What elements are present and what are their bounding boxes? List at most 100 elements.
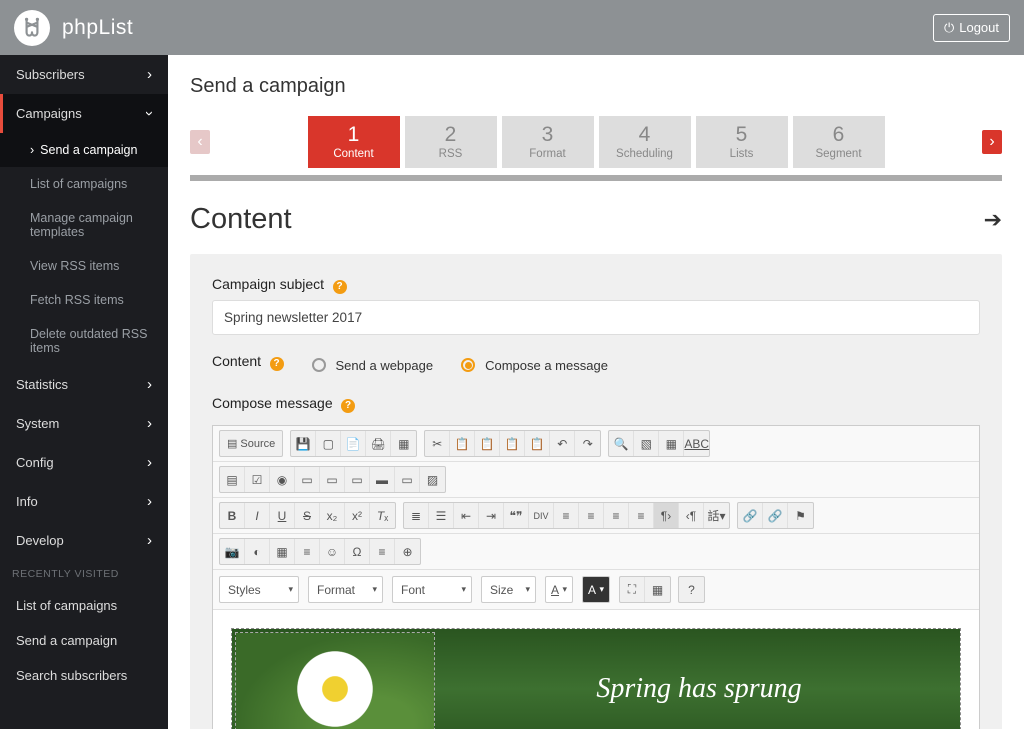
form-icon[interactable]: ▤ [220,467,245,492]
preview-icon[interactable]: 📄 [341,431,366,456]
image-button-icon[interactable]: ▭ [395,467,420,492]
help-icon[interactable]: ? [270,357,284,371]
textarea-icon[interactable]: ▭ [320,467,345,492]
radio-compose-message[interactable]: Compose a message [461,358,608,373]
logout-button[interactable]: ⏻ Logout [933,14,1010,42]
next-step-button[interactable]: › [982,130,1002,154]
hr-icon[interactable]: ≡ [295,539,320,564]
subnav-view-rss[interactable]: View RSS items [0,249,168,283]
hidden-field-icon[interactable]: ▨ [420,467,445,492]
source-button[interactable]: ▤ Source [220,431,282,456]
help-icon[interactable]: ? [341,399,355,413]
nav-campaigns[interactable]: Campaigns› [0,94,168,133]
size-dropdown[interactable]: Size [481,576,536,603]
replace-icon[interactable]: ▧ [634,431,659,456]
underline-icon[interactable]: U [270,503,295,528]
tab-lists[interactable]: 5Lists [696,116,788,168]
radio-button-icon[interactable]: ◉ [270,467,295,492]
superscript-icon[interactable]: x² [345,503,370,528]
subnav-fetch-rss[interactable]: Fetch RSS items [0,283,168,317]
help-icon[interactable]: ? [333,280,347,294]
strike-icon[interactable]: S [295,503,320,528]
paste-text-icon[interactable]: 📋 [500,431,525,456]
numbered-list-icon[interactable]: ≣ [404,503,429,528]
tab-rss[interactable]: 2RSS [405,116,497,168]
paste-word-icon[interactable]: 📋 [525,431,550,456]
subnav-send-campaign[interactable]: ›Send a campaign [0,133,168,167]
tab-format[interactable]: 3Format [502,116,594,168]
tab-content[interactable]: 1Content [308,116,400,168]
select-all-icon[interactable]: ▦ [659,431,684,456]
recent-send-campaign[interactable]: Send a campaign [0,623,168,658]
image-icon[interactable]: 📷 [220,539,245,564]
remove-format-icon[interactable]: Tₓ [370,503,395,528]
save-icon[interactable]: 💾 [291,431,316,456]
show-blocks-icon[interactable]: ▦ [645,577,670,602]
link-icon[interactable]: 🔗 [738,503,763,528]
spellcheck-icon[interactable]: ABC [684,431,709,456]
find-icon[interactable]: 🔍 [609,431,634,456]
redo-icon[interactable]: ↷ [575,431,600,456]
table-icon[interactable]: ▦ [270,539,295,564]
align-justify-icon[interactable]: ≡ [629,503,654,528]
prev-step-button[interactable]: ‹ [190,130,210,154]
blockquote-icon[interactable]: ❝❞ [504,503,529,528]
flash-icon[interactable]: ◐ [245,539,270,564]
italic-icon[interactable]: I [245,503,270,528]
copy-icon[interactable]: 📋 [450,431,475,456]
subnav-list-campaigns[interactable]: List of campaigns [0,167,168,201]
bg-color-dropdown[interactable]: A [582,576,610,603]
align-right-icon[interactable]: ≡ [604,503,629,528]
iframe-icon[interactable]: ⊕ [395,539,420,564]
nav-statistics[interactable]: Statistics› [0,365,168,404]
recent-search-subscribers[interactable]: Search subscribers [0,658,168,693]
language-icon[interactable]: 話▾ [704,503,729,528]
next-section-arrow[interactable]: ➔ [984,207,1002,233]
nav-system[interactable]: System› [0,404,168,443]
smiley-icon[interactable]: ☺ [320,539,345,564]
special-char-icon[interactable]: Ω [345,539,370,564]
template-hero-image[interactable] [235,632,435,729]
subnav-delete-rss[interactable]: Delete outdated RSS items [0,317,168,365]
checkbox-icon[interactable]: ☑ [245,467,270,492]
about-icon[interactable]: ? [679,577,704,602]
font-dropdown[interactable]: Font [392,576,472,603]
tab-segment[interactable]: 6Segment [793,116,885,168]
cut-icon[interactable]: ✂ [425,431,450,456]
anchor-icon[interactable]: ⚑ [788,503,813,528]
button-icon[interactable]: ▬ [370,467,395,492]
div-icon[interactable]: DIV [529,503,554,528]
text-field-icon[interactable]: ▭ [295,467,320,492]
subject-input[interactable] [212,300,980,335]
maximize-icon[interactable]: ⛶ [620,577,645,602]
recent-list-campaigns[interactable]: List of campaigns [0,588,168,623]
rtl-icon[interactable]: ‹¶ [679,503,704,528]
styles-dropdown[interactable]: Styles [219,576,299,603]
select-icon[interactable]: ▭ [345,467,370,492]
bulleted-list-icon[interactable]: ☰ [429,503,454,528]
format-dropdown[interactable]: Format [308,576,383,603]
undo-icon[interactable]: ↶ [550,431,575,456]
ltr-icon[interactable]: ¶› [654,503,679,528]
nav-config[interactable]: Config› [0,443,168,482]
text-color-dropdown[interactable]: A [545,576,573,603]
nav-subscribers[interactable]: Subscribers› [0,55,168,94]
indent-icon[interactable]: ⇥ [479,503,504,528]
subscript-icon[interactable]: x₂ [320,503,345,528]
subnav-manage-templates[interactable]: Manage campaign templates [0,201,168,249]
pagebreak-icon[interactable]: ≡ [370,539,395,564]
tab-scheduling[interactable]: 4Scheduling [599,116,691,168]
nav-info[interactable]: Info› [0,482,168,521]
paste-icon[interactable]: 📋 [475,431,500,456]
print-icon[interactable]: 🖨 [366,431,391,456]
editor-body[interactable]: Spring has sprung [213,610,979,729]
bold-icon[interactable]: B [220,503,245,528]
nav-develop[interactable]: Develop› [0,521,168,560]
radio-send-webpage[interactable]: Send a webpage [312,358,434,373]
outdent-icon[interactable]: ⇤ [454,503,479,528]
align-center-icon[interactable]: ≡ [579,503,604,528]
unlink-icon[interactable]: 🔗 [763,503,788,528]
align-left-icon[interactable]: ≡ [554,503,579,528]
templates-icon[interactable]: ▦ [391,431,416,456]
new-page-icon[interactable]: ▢ [316,431,341,456]
